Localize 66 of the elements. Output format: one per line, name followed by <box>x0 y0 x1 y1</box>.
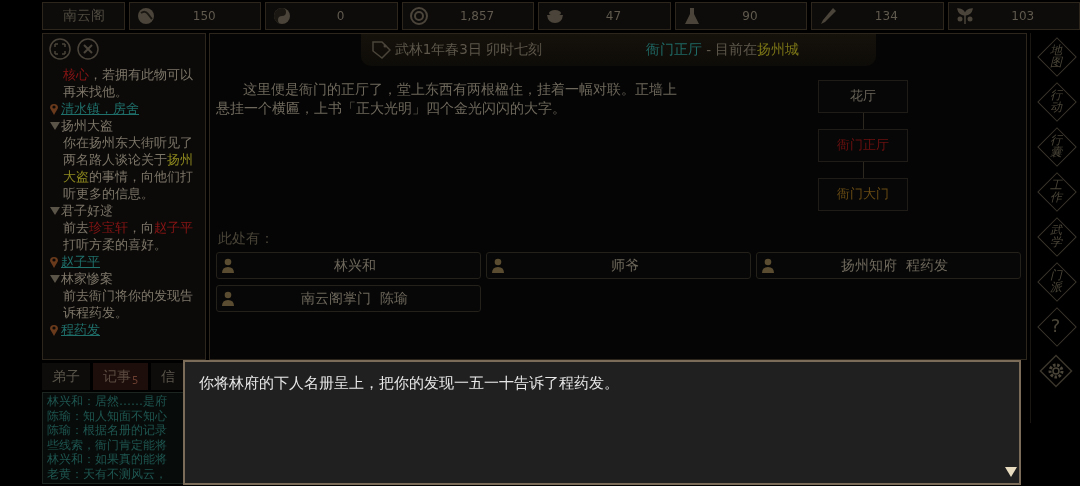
menu-button[interactable]: 行动 <box>1036 82 1075 120</box>
unread-count: 5 <box>132 375 139 386</box>
brush-icon <box>818 6 839 26</box>
npc-button[interactable]: 林兴和 <box>216 252 482 279</box>
log-line: 陈瑜：知人知面不知心 <box>47 408 168 423</box>
person-icon <box>222 258 235 273</box>
log-line: 些线索，衙门肯定能将 <box>47 437 168 452</box>
tab[interactable]: 信 <box>151 363 186 390</box>
expand-icon[interactable] <box>49 38 71 60</box>
location-link[interactable]: 程药发 <box>61 321 100 338</box>
npc-button[interactable]: 南云阁掌门 陈瑜 <box>216 285 482 312</box>
continue-arrow-icon[interactable] <box>1005 467 1017 477</box>
person-icon <box>762 258 775 273</box>
quest-description: 前去珍宝轩，向赵子平 打听方柔的喜好。 <box>62 219 194 253</box>
location-prefix: 目前在 <box>715 41 758 59</box>
log-line: 老黄：天有不测风云， <box>47 466 168 481</box>
log-line: 陈瑜：根据名册的记录 <box>47 423 168 438</box>
quest-description: 前去衙门将你的发现告诉程药发。 <box>62 287 194 321</box>
quest-description: 你在扬州东大街听见了两名路人谈论关于扬州大盗的事情，向他们打听更多的信息。 <box>62 134 194 202</box>
location-link[interactable]: 赵子平 <box>61 253 100 270</box>
stat-value: 134 <box>873 9 899 23</box>
dialog-text: 你将林府的下人名册呈上，把你的发现一五一十告诉了程药发。 <box>199 374 620 393</box>
yin-yang-icon <box>272 6 293 26</box>
separator-dash: - <box>706 42 712 58</box>
menu-button[interactable]: 行囊 <box>1036 127 1075 165</box>
stat-value: 0 <box>335 9 346 23</box>
stat-value: 90 <box>741 9 759 23</box>
menu-button[interactable]: 武学 <box>1036 217 1075 255</box>
stat-value: 150 <box>191 9 217 23</box>
present-label: 此处有： <box>217 230 276 248</box>
map-room[interactable]: 衙门正厅 <box>818 129 909 162</box>
quest-description: 核心，若拥有此物可以再来找他。 <box>62 66 194 100</box>
game-date: 武林1年春3日 卯时七刻 <box>394 41 543 59</box>
menu-button[interactable]: 地图 <box>1036 37 1075 75</box>
location-link[interactable]: 清水镇，房舍 <box>61 100 139 117</box>
location-pin-icon <box>49 323 59 336</box>
location-pin-icon <box>49 255 59 268</box>
log-line: 林兴和：如果真的能将 <box>47 452 168 467</box>
log-line: 林兴和：居然……是府 <box>47 394 168 409</box>
menu-button[interactable]: 工作 <box>1036 172 1075 210</box>
plant-icon <box>954 6 975 26</box>
coin-icon <box>408 6 429 26</box>
sect-name: 南云阁 <box>42 2 125 30</box>
room-description: 这里便是衙门的正厅了，堂上东西有两根楹住，挂着一幅对联。正墙上悬挂一个横匾，上书「正大光明」四个金光闪闪的大字。 <box>216 80 679 118</box>
triangle-icon[interactable] <box>49 273 61 284</box>
triangle-icon[interactable] <box>49 120 61 131</box>
city-name: 扬州城 <box>757 41 800 59</box>
menu-button[interactable]: 门派 <box>1036 262 1075 300</box>
stat-value: 1,857 <box>458 9 496 23</box>
npc-button[interactable]: 扬州知府 程药发 <box>756 252 1022 279</box>
map-room[interactable]: 衙门大门 <box>818 178 909 211</box>
tab[interactable]: 弟子 <box>42 363 90 390</box>
close-icon[interactable] <box>77 38 99 60</box>
quest-title[interactable]: 林家惨案 <box>61 270 113 287</box>
location-pin-icon <box>49 102 59 115</box>
person-icon <box>492 258 505 273</box>
map-room[interactable]: 花厅 <box>818 80 909 113</box>
room-name: 衙门正厅 <box>646 41 703 59</box>
npc-button[interactable]: 师爷 <box>486 252 752 279</box>
triangle-icon[interactable] <box>49 205 61 216</box>
quest-title[interactable]: 君子好逑 <box>61 202 113 219</box>
quest-title[interactable]: 扬州大盗 <box>61 117 113 134</box>
person-icon <box>222 291 235 306</box>
stat-value: 103 <box>1010 9 1036 23</box>
stat-value: 47 <box>604 9 623 23</box>
menu-button[interactable]: ? <box>1036 307 1075 345</box>
